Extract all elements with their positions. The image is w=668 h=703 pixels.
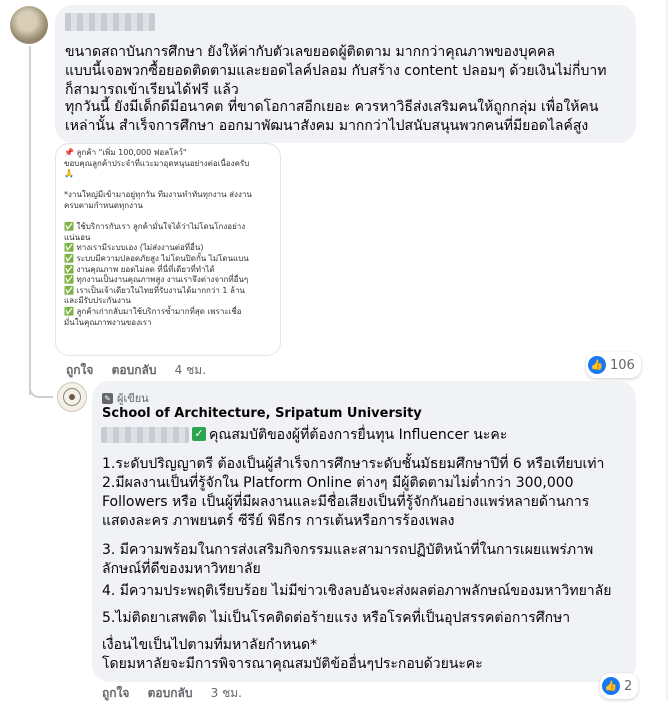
attached-image[interactable]: 📌 ลูกค้า "เพิ่ม 100,000 ฟอลโลว์" ขอบคุณล… (55, 143, 281, 356)
comment-actions: ถูกใจ ตอบกลับ 4 ชม. (66, 361, 206, 380)
thread-line (29, 46, 31, 395)
reply-reply-button[interactable]: ตอบกลับ (148, 686, 193, 700)
reply-actions: ถูกใจ ตอบกลับ 3 ชม. (102, 684, 242, 703)
reply-item-3: 3. มีความพร้อมในการส่งเสริมกิจกรรมและสาม… (102, 542, 594, 577)
reply-item-4: 4. มีความประพฤติเรียบร้อย ไม่มีข่าวเชิงล… (102, 583, 612, 599)
check-mark-icon: ✓ (192, 427, 206, 441)
redacted-commenter-name (65, 13, 155, 31)
reply-item-1: 1.ระดับปริญญาตรี ต้องเป็นผู้สำเร็จการศึก… (102, 456, 605, 472)
like-button[interactable]: ถูกใจ (66, 363, 93, 377)
comment-paragraph-1: ขนาดสถาบันการศึกษา ยังให้ค่ากับตัวเลขยอด… (65, 44, 607, 98)
author-badge-label: ผู้เขียน (117, 392, 149, 405)
like-icon: 👍 (588, 356, 606, 374)
commenter-avatar[interactable] (10, 6, 48, 44)
reply-reaction-count[interactable]: 👍 2 (600, 673, 639, 699)
page-name[interactable]: School of Architecture, Sripatum Univers… (102, 406, 422, 421)
thread-elbow (29, 380, 53, 398)
reaction-number: 106 (610, 357, 635, 373)
reply-reaction-number: 2 (624, 678, 633, 694)
like-icon: 👍 (602, 677, 620, 695)
comment-paragraph-2: ทุกวันนี้ ยังมีเด็กดีมีอนาคต ที่ขาดโอกาส… (65, 99, 599, 134)
redacted-mention (101, 427, 189, 443)
reply-footer: เงื่อนไขเป็นไปตามที่มหาลัยกำหนด* โดยมหาล… (102, 637, 483, 672)
reply-timestamp[interactable]: 3 ชม. (211, 686, 242, 700)
author-badge-icon: ✎ (102, 392, 113, 404)
author-badge: ✎ ผู้เขียน (102, 389, 149, 407)
reaction-count[interactable]: 👍 106 (586, 352, 641, 378)
reply-first-line: คุณสมบัติของผู้ที่ต้องการยื่นทุน Influen… (209, 427, 508, 443)
attached-image-text: 📌 ลูกค้า "เพิ่ม 100,000 ฟอลโลว์" ขอบคุณล… (64, 148, 252, 327)
reply-item-2: 2.มีผลงานเป็นที่รู้จักใน Platform Online… (102, 475, 590, 529)
reply-like-button[interactable]: ถูกใจ (102, 686, 129, 700)
avatar-dot (69, 394, 75, 400)
reply-item-5: 5.ไม่ติดยาเสพติด ไม่เป็นโรคติดต่อร้ายแรง… (102, 610, 571, 626)
reply-button[interactable]: ตอบกลับ (112, 363, 157, 377)
timestamp[interactable]: 4 ชม. (175, 363, 206, 377)
page-avatar[interactable] (57, 382, 87, 412)
